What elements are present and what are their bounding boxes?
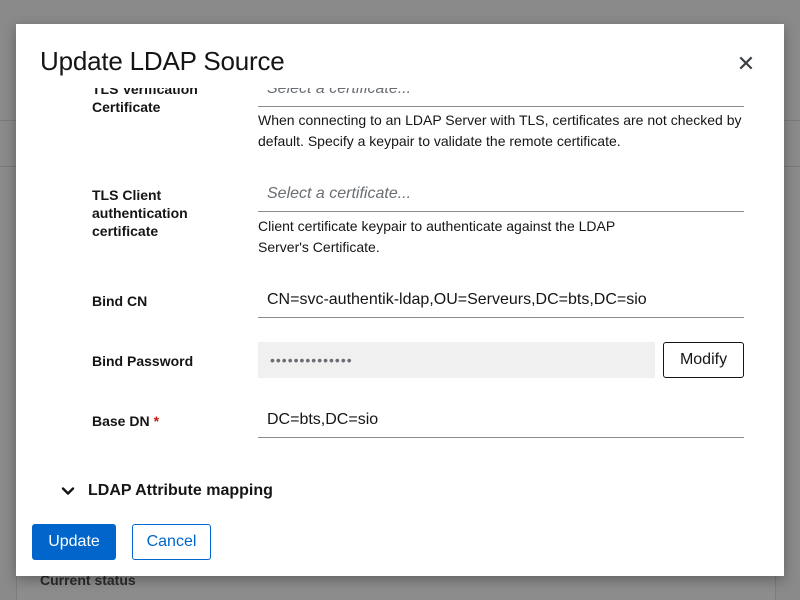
modal-title: Update LDAP Source (40, 46, 285, 76)
tls-client-help: Client certificate keypair to authentica… (258, 218, 615, 255)
close-icon[interactable]: ✕ (734, 52, 758, 76)
ldap-attribute-mapping-label: LDAP Attribute mapping (88, 482, 273, 499)
cancel-button[interactable]: Cancel (132, 524, 211, 560)
ldap-attribute-mapping-toggle[interactable]: LDAP Attribute mapping (60, 482, 273, 500)
base-dn-input[interactable]: DC=bts,DC=sio (258, 402, 744, 438)
bind-cn-label: Bind CN (92, 293, 148, 309)
base-dn-label-text: Base DN (92, 413, 150, 429)
modal-body: TLS Verification Certificate Select a ce… (16, 88, 784, 508)
modify-password-button[interactable]: Modify (663, 342, 744, 378)
required-mark: * (153, 413, 160, 429)
bind-password-field: •••••••••••••• (258, 342, 655, 378)
base-dn-label: Base DN * (92, 412, 222, 430)
update-button[interactable]: Update (32, 524, 116, 560)
chevron-down-icon (60, 483, 76, 499)
tls-client-label: TLS Client authentication certificate (92, 187, 188, 239)
tls-verification-help: When connecting to an LDAP Server with T… (258, 112, 742, 149)
tls-verification-label: TLS Verification Certificate (92, 88, 198, 115)
bind-cn-input[interactable]: CN=svc-authentik-ldap,OU=Serveurs,DC=bts… (258, 282, 744, 318)
update-ldap-source-modal: Update LDAP Source ✕ TLS Verification Ce… (16, 24, 784, 576)
bind-password-label: Bind Password (92, 353, 194, 369)
tls-verification-select[interactable]: Select a certificate... (258, 88, 744, 107)
tls-client-select[interactable]: Select a certificate... (258, 176, 744, 212)
